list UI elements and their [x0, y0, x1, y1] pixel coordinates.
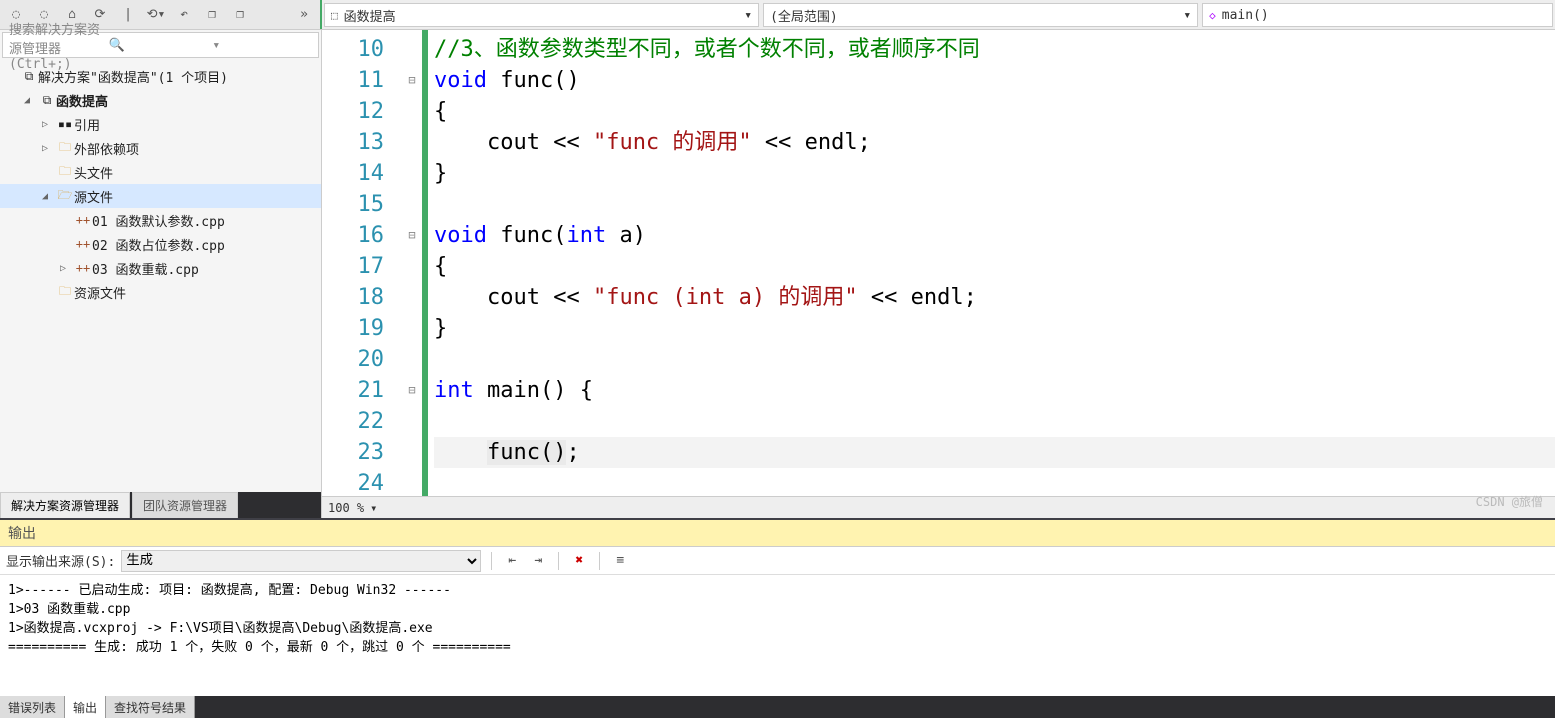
clear-icon[interactable]: ✖ — [569, 551, 589, 571]
solution-explorer: 搜索解决方案资源管理器(Ctrl+;) 🔍▾ ⧉解决方案"函数提高"(1 个项目… — [0, 30, 322, 518]
source-file[interactable]: ++02 函数占位参数.cpp — [0, 232, 321, 256]
output-title: 输出 — [0, 520, 1555, 547]
tab-error-list[interactable]: 错误列表 — [0, 696, 65, 718]
tab-output[interactable]: 输出 — [65, 696, 106, 718]
cpp-icon: ++ — [74, 213, 92, 227]
sidebar-tabs: 解决方案资源管理器 团队资源管理器 — [0, 492, 321, 518]
zoom-bar[interactable]: 100 % ▾ — [322, 496, 1555, 518]
sources-node[interactable]: ◢🗁源文件 — [0, 184, 321, 208]
cpp-icon: ++ — [74, 237, 92, 251]
top-toolbar: ◌ ◌ ⌂ ⟳ | ⟲▾ ↶ ❐ ❐ » ⬚函数提高▾ (全局范围)▾ ◇mai… — [0, 0, 1555, 30]
history-icon[interactable]: ⟲▾ — [146, 5, 166, 25]
output-panel: 输出 显示输出来源(S): 生成 ⇤ ⇥ ✖ ≡ 1>------ 已启动生成:… — [0, 518, 1555, 718]
tab-find-symbol[interactable]: 查找符号结果 — [106, 696, 195, 718]
method-icon: ◇ — [1209, 9, 1216, 22]
code-text[interactable]: //3、函数参数类型不同，或者个数不同，或者顺序不同void func(){ c… — [428, 30, 1555, 496]
project-node[interactable]: ◢⧉函数提高 — [0, 88, 321, 112]
wrap-icon[interactable]: ≡ — [610, 551, 630, 571]
folder-icon: 🗀 — [56, 138, 74, 159]
more-icon[interactable]: » — [294, 5, 314, 25]
paste-icon[interactable]: ❐ — [230, 5, 250, 25]
external-deps-node[interactable]: ▷🗀外部依赖项 — [0, 136, 321, 160]
solution-node[interactable]: ⧉解决方案"函数提高"(1 个项目) — [0, 64, 321, 88]
output-source-label: 显示输出来源(S): — [6, 551, 115, 570]
cpp-icon: ++ — [74, 261, 92, 275]
search-input[interactable]: 搜索解决方案资源管理器(Ctrl+;) 🔍▾ — [2, 32, 319, 58]
source-file[interactable]: ▷++03 函数重载.cpp — [0, 256, 321, 280]
scope-function-combo[interactable]: ◇main() — [1202, 3, 1553, 27]
indent-right-icon[interactable]: ⇥ — [528, 551, 548, 571]
scope-global-combo[interactable]: (全局范围)▾ — [763, 3, 1198, 27]
headers-node[interactable]: 🗀头文件 — [0, 160, 321, 184]
references-node[interactable]: ▷▪▪引用 — [0, 112, 321, 136]
source-file[interactable]: ++01 函数默认参数.cpp — [0, 208, 321, 232]
refs-icon: ▪▪ — [56, 117, 74, 131]
folder-icon: 🗀 — [56, 162, 74, 183]
class-icon: ⬚ — [331, 9, 338, 22]
indent-left-icon[interactable]: ⇤ — [502, 551, 522, 571]
folder-icon: 🗀 — [56, 282, 74, 303]
scope-project-combo[interactable]: ⬚函数提高▾ — [324, 3, 759, 27]
search-icon: 🔍 — [109, 38, 209, 53]
output-text[interactable]: 1>------ 已启动生成: 项目: 函数提高, 配置: Debug Win3… — [0, 575, 1555, 696]
line-numbers: 101112131415161718192021222324 — [322, 30, 402, 496]
project-icon: ⧉ — [38, 93, 56, 108]
code-editor: 101112131415161718192021222324 ⊟⊟⊟ //3、函… — [322, 30, 1555, 518]
tab-solution-explorer[interactable]: 解决方案资源管理器 — [0, 492, 130, 518]
resources-node[interactable]: 🗀资源文件 — [0, 280, 321, 304]
solution-icon: ⧉ — [20, 69, 38, 84]
folder-open-icon: 🗁 — [56, 186, 74, 207]
copy-icon[interactable]: ❐ — [202, 5, 222, 25]
fold-gutter[interactable]: ⊟⊟⊟ — [402, 30, 422, 496]
undo-icon[interactable]: ↶ — [174, 5, 194, 25]
output-source-select[interactable]: 生成 — [121, 550, 481, 572]
sep-icon: | — [118, 5, 138, 25]
tab-team-explorer[interactable]: 团队资源管理器 — [132, 492, 238, 518]
